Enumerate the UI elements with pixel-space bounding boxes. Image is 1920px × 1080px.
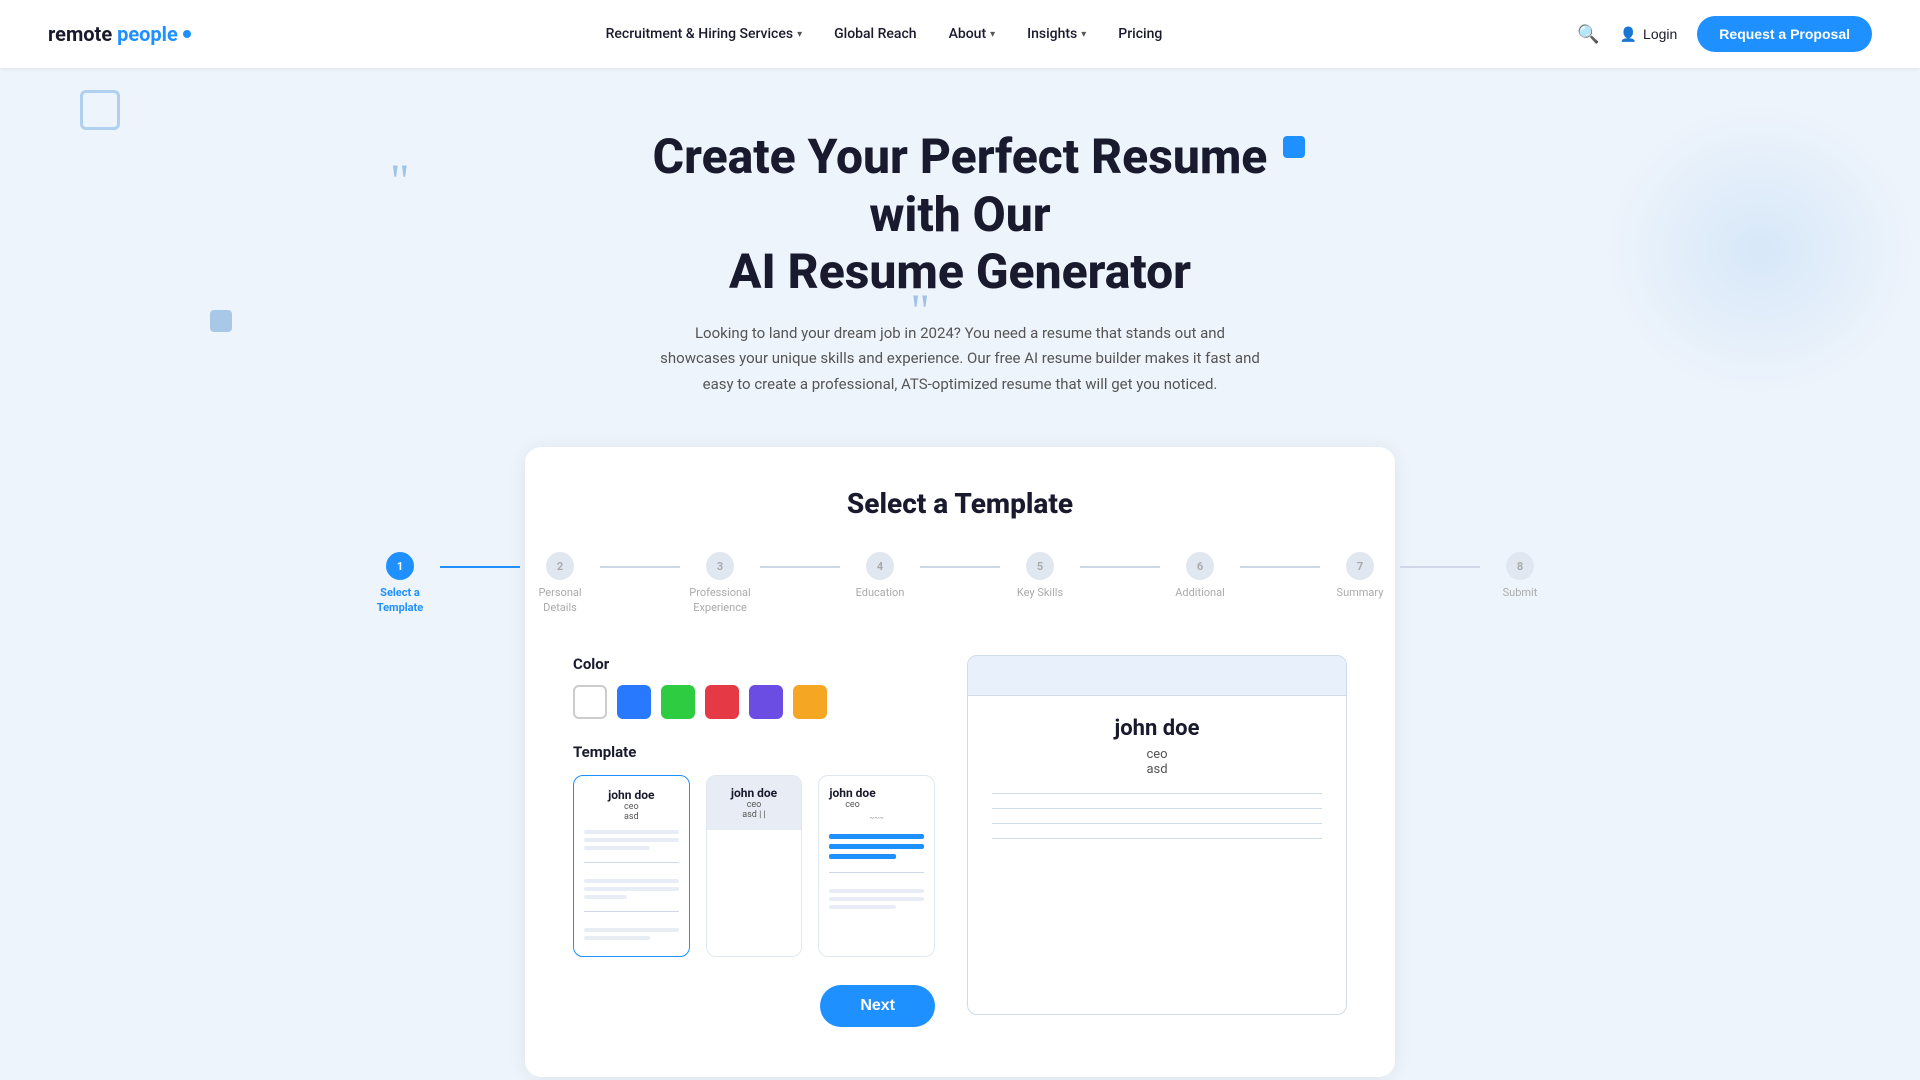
request-proposal-button[interactable]: Request a Proposal [1697,16,1872,52]
preview-divider-4 [992,838,1322,839]
content-row: Color Template john doe ceo asd [573,655,1347,1027]
step-line-2 [600,566,680,568]
nav-right: 🔍 👤 Login Request a Proposal [1577,16,1872,52]
template-2-header: john doe ceo asd | | [707,776,802,830]
hero-section: " " Create Your Perfect Resume with Our … [0,68,1920,417]
step-5: 5 Key Skills [1000,552,1080,600]
chevron-down-icon: ▾ [797,29,802,40]
logo-dot [183,30,191,38]
step-label-4: Education [840,586,920,600]
template-1-role: ceo [624,802,639,812]
step-label-7: Summary [1320,586,1400,600]
color-swatches [573,685,935,719]
step-line-4 [920,566,1000,568]
template-3-detail: ~~~ [870,814,884,822]
left-panel: Color Template john doe ceo asd [573,655,935,1027]
next-button[interactable]: Next [820,985,935,1027]
hero-title: Create Your Perfect Resume with Our AI R… [610,128,1310,301]
step-label-1: Select aTemplate [360,586,440,615]
step-circle-7[interactable]: 7 [1346,552,1374,580]
step-1: 1 Select aTemplate [360,552,440,615]
swatch-orange[interactable] [793,685,827,719]
nav-item-insights[interactable]: Insights ▾ [1027,26,1086,42]
preview-role: ceo [992,747,1322,762]
template-3-name: john doe [829,786,875,800]
swatch-green[interactable] [661,685,695,719]
step-3: 3 ProfessionalExperience [680,552,760,615]
step-circle-3[interactable]: 3 [706,552,734,580]
preview-divider-2 [992,808,1322,809]
preview-location: asd [992,762,1322,777]
swatch-red[interactable] [705,685,739,719]
logo-text: remote people [48,22,178,46]
template-2-loc: asd | | [717,810,792,820]
preview-body: john doe ceo asd [968,696,1346,873]
nav-center: Recruitment & Hiring Services ▾ Global R… [606,26,1163,42]
step-label-8: Submit [1480,586,1560,600]
template-card-3[interactable]: john doe ceo ~~~ [818,775,935,957]
step-circle-2[interactable]: 2 [546,552,574,580]
step-circle-6[interactable]: 6 [1186,552,1214,580]
nav-item-recruitment[interactable]: Recruitment & Hiring Services ▾ [606,26,803,42]
step-line-5 [1080,566,1160,568]
step-7: 7 Summary [1320,552,1400,600]
template-label: Template [573,743,935,761]
deco-quote-open: " [390,158,410,206]
step-label-2: PersonalDetails [520,586,600,615]
nav-item-about[interactable]: About ▾ [949,26,996,42]
step-line-3 [760,566,840,568]
step-line-6 [1240,566,1320,568]
login-button[interactable]: 👤 Login [1620,26,1678,43]
step-label-5: Key Skills [1000,586,1080,600]
nav-item-pricing[interactable]: Pricing [1118,26,1162,42]
resume-preview: john doe ceo asd [967,655,1347,1015]
search-button[interactable]: 🔍 [1577,24,1599,45]
template-card-1[interactable]: john doe ceo asd [573,775,690,957]
deco-quote-close: " [910,288,930,336]
card-title: Select a Template [573,487,1347,520]
step-circle-1[interactable]: 1 [386,552,414,580]
step-circle-8[interactable]: 8 [1506,552,1534,580]
template-2-role: ceo [717,800,792,810]
stepper: 1 Select aTemplate 2 PersonalDetails 3 P… [573,552,1347,615]
step-4: 4 Education [840,552,920,600]
preview-name: john doe [992,716,1322,741]
template-2-name: john doe [717,786,792,800]
preview-header [968,656,1346,696]
nav-item-global[interactable]: Global Reach [834,26,916,42]
step-line-7 [1400,566,1480,568]
preview-divider-3 [992,823,1322,824]
template-1-loc: asd [624,812,639,822]
step-circle-5[interactable]: 5 [1026,552,1054,580]
template-3-header: john doe ceo [829,786,924,810]
template-1-name: john doe [608,788,654,802]
preview-divider-1 [992,793,1322,794]
swatch-blue[interactable] [617,685,651,719]
step-6: 6 Additional [1160,552,1240,600]
navbar: remote people Recruitment & Hiring Servi… [0,0,1920,68]
color-label: Color [573,655,935,673]
templates-row: john doe ceo asd [573,775,935,957]
template-3-role: ceo [829,800,875,810]
step-circle-4[interactable]: 4 [866,552,894,580]
hero-subtitle: Looking to land your dream job in 2024? … [660,321,1260,398]
next-btn-wrap: Next [573,985,935,1027]
step-line-1 [440,566,520,568]
step-label-6: Additional [1160,586,1240,600]
swatch-purple[interactable] [749,685,783,719]
chevron-down-icon: ▾ [990,29,995,40]
swatch-white[interactable] [573,685,607,719]
chevron-down-icon: ▾ [1081,29,1086,40]
logo[interactable]: remote people [48,22,191,46]
step-8: 8 Submit [1480,552,1560,600]
template-2-body [744,830,764,940]
main-card: Select a Template 1 Select aTemplate 2 P… [525,447,1395,1077]
person-icon: 👤 [1620,26,1637,43]
step-2: 2 PersonalDetails [520,552,600,615]
template-card-2[interactable]: john doe ceo asd | | [706,775,803,957]
step-label-3: ProfessionalExperience [680,586,760,615]
